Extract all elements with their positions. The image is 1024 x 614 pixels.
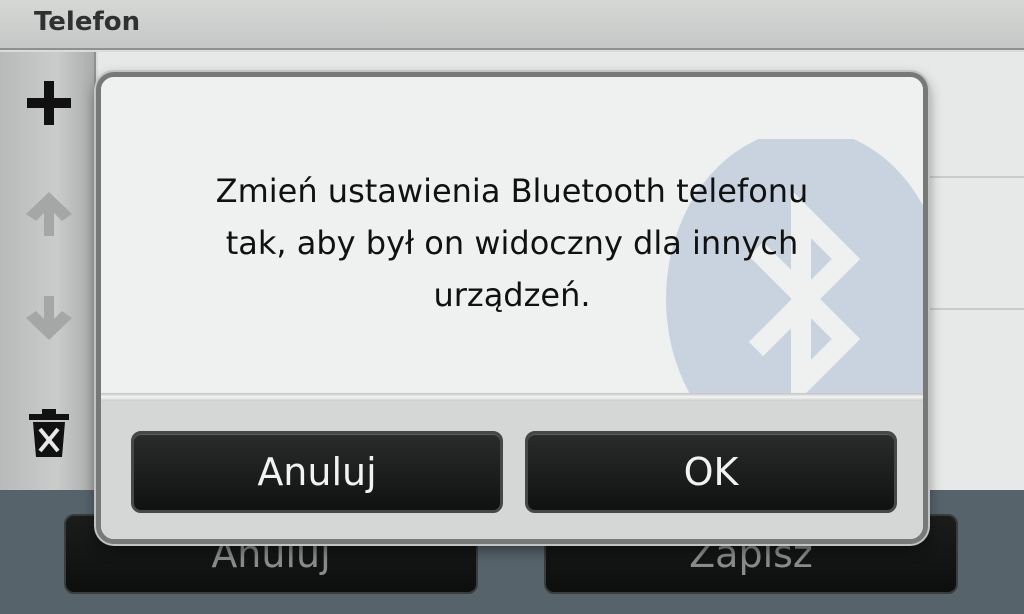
left-toolbar: [0, 52, 96, 490]
message-line: Zmień ustawienia Bluetooth telefonu: [215, 172, 809, 210]
delete-button[interactable]: [14, 398, 84, 468]
ok-button[interactable]: OK: [525, 431, 897, 513]
dialog-body: Zmień ustawienia Bluetooth telefonu tak,…: [101, 77, 923, 395]
add-button[interactable]: [14, 68, 84, 138]
move-down-button[interactable]: [14, 284, 84, 354]
move-up-button[interactable]: [14, 178, 84, 248]
title-bar: Telefon: [0, 0, 1024, 50]
arrow-up-icon: [26, 192, 72, 236]
trash-icon: [29, 409, 69, 457]
bluetooth-visibility-dialog: Zmień ustawienia Bluetooth telefonu tak,…: [96, 72, 928, 544]
page-title: Telefon: [34, 7, 141, 37]
cancel-button[interactable]: Anuluj: [131, 431, 503, 513]
arrow-down-icon: [26, 296, 72, 340]
plus-icon: [27, 81, 71, 125]
message-line: urządzeń.: [433, 276, 591, 314]
message-line: tak, aby był on widoczny dla innych: [225, 224, 799, 262]
dialog-message: Zmień ustawienia Bluetooth telefonu tak,…: [131, 165, 893, 321]
dialog-divider: [101, 393, 923, 401]
